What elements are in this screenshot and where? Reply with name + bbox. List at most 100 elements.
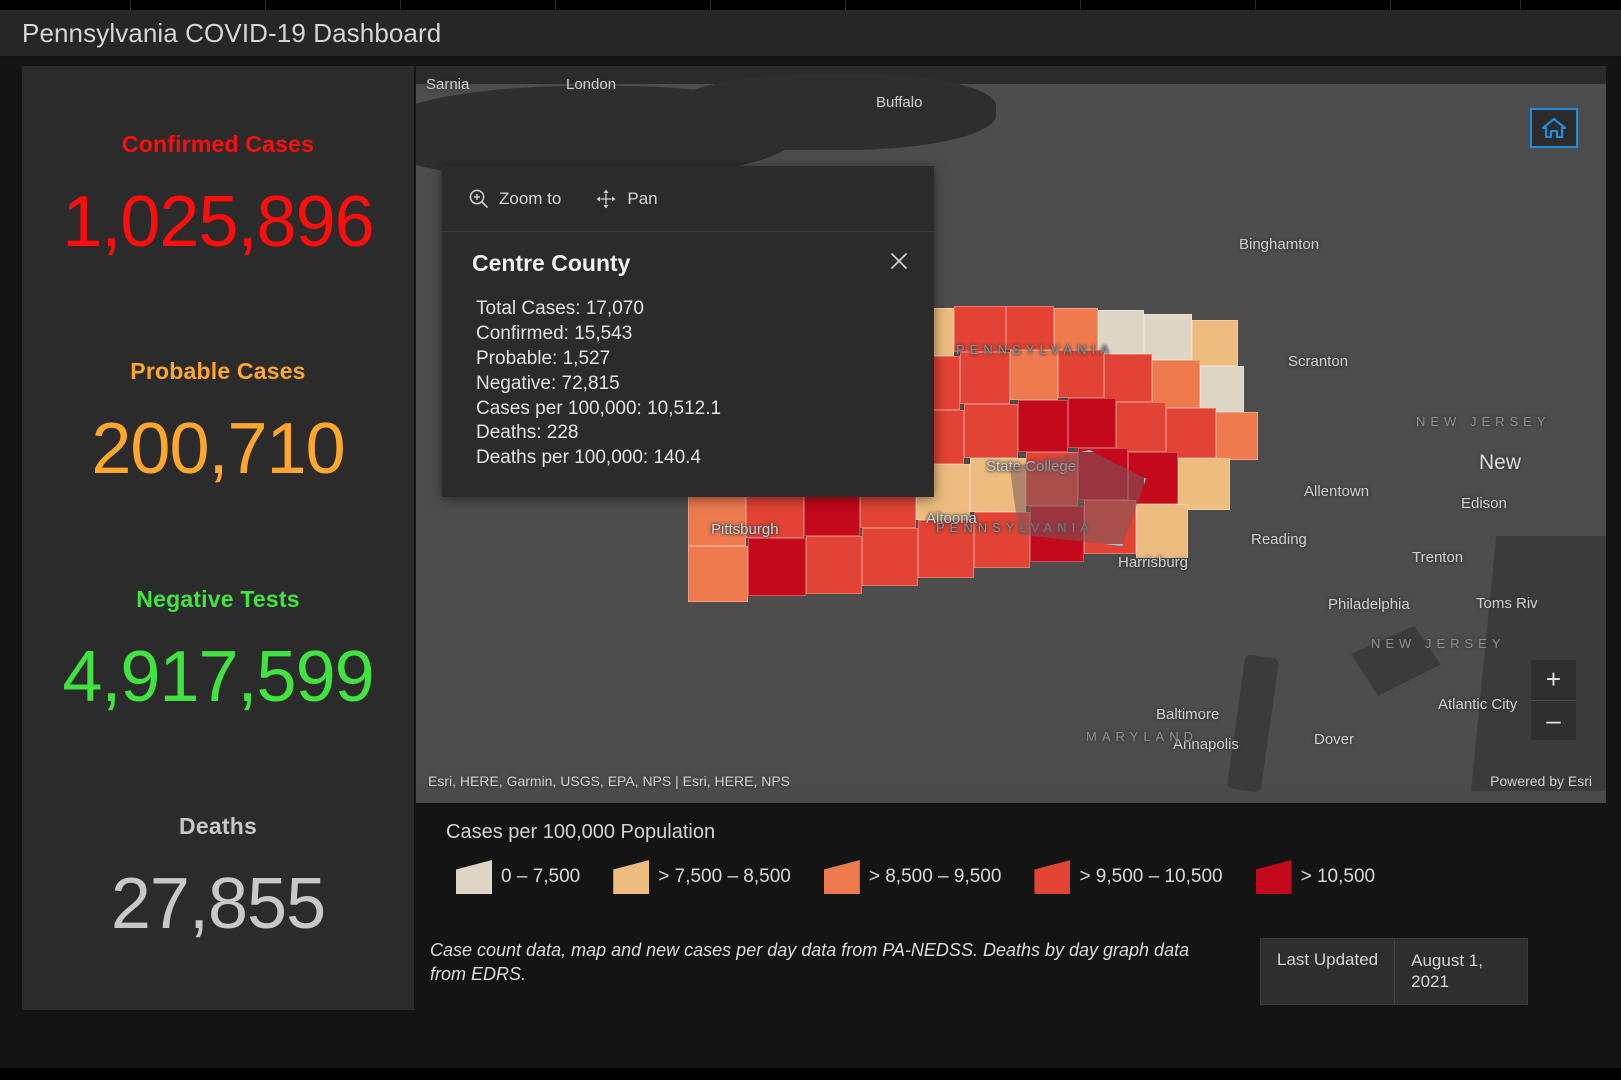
stat-card: Probable Cases 200,710 bbox=[22, 358, 414, 490]
map-place-label: Scranton bbox=[1288, 353, 1349, 370]
county-polygon[interactable] bbox=[688, 546, 748, 602]
lake-ontario bbox=[666, 74, 996, 150]
last-updated-label: Last Updated bbox=[1261, 939, 1396, 1004]
legend-label: > 7,500 – 8,500 bbox=[658, 866, 791, 887]
legend-label: > 9,500 – 10,500 bbox=[1079, 866, 1223, 887]
pan-icon bbox=[596, 189, 616, 208]
zoom-controls[interactable]: + – bbox=[1531, 660, 1576, 740]
legend-items: 0 – 7,500 > 7,500 – 8,500 > 8,500 – 9,500 >… bbox=[442, 852, 1606, 902]
home-icon bbox=[1541, 117, 1567, 139]
legend-item: > 7,500 – 8,500 bbox=[599, 852, 805, 902]
map-place-label: PENNSYLVANIA bbox=[956, 342, 1114, 357]
stat-card: Confirmed Cases 1,025,896 bbox=[22, 130, 414, 262]
zoom-out-button[interactable]: – bbox=[1531, 701, 1576, 741]
map-place-label: Binghamton bbox=[1239, 236, 1320, 253]
legend-item: 0 – 7,500 bbox=[442, 852, 594, 902]
last-updated-value: August 1, 2021 bbox=[1395, 939, 1528, 1004]
page-title: Pennsylvania COVID-19 Dashboard bbox=[22, 17, 442, 48]
popup-field: Deaths per 100,000: 140.4 bbox=[476, 447, 702, 469]
stat-label: Negative Tests bbox=[136, 585, 300, 612]
map-place-label: Sarnia bbox=[426, 76, 470, 93]
popup-field: Confirmed: 15,543 bbox=[476, 322, 633, 344]
map-place-label: New bbox=[1479, 451, 1522, 474]
county-polygon[interactable] bbox=[1178, 458, 1230, 510]
stat-value: 27,855 bbox=[110, 864, 326, 945]
pan-button[interactable]: Pan bbox=[595, 188, 658, 210]
map-place-label: Toms Riv bbox=[1476, 595, 1538, 612]
county-polygon[interactable] bbox=[1136, 504, 1188, 558]
stat-card: Deaths 27,855 bbox=[22, 813, 414, 945]
map-attribution: Esri, HERE, Garmin, USGS, EPA, NPS | Esr… bbox=[428, 773, 791, 789]
county-polygon[interactable] bbox=[1152, 360, 1200, 408]
popup-field: Deaths: 228 bbox=[476, 422, 579, 444]
zoom-to-button[interactable]: Zoom to bbox=[468, 188, 561, 209]
popup-field-list: Total Cases: 17,070 Confirmed: 15,543 Prob… bbox=[472, 297, 910, 471]
legend-swatch bbox=[823, 860, 860, 894]
legend-item: > 9,500 – 10,500 bbox=[1020, 852, 1236, 902]
county-polygon[interactable] bbox=[1166, 408, 1216, 458]
popup-title: Centre County bbox=[472, 250, 631, 276]
map-place-label: Allentown bbox=[1304, 483, 1370, 500]
county-polygon[interactable] bbox=[1018, 400, 1068, 452]
map-place-label: Harrisburg bbox=[1118, 554, 1189, 571]
county-polygon[interactable] bbox=[1010, 350, 1058, 400]
county-polygon[interactable] bbox=[1068, 398, 1116, 448]
legend-item: > 8,500 – 9,500 bbox=[810, 852, 1016, 902]
legend-swatch bbox=[1034, 860, 1071, 894]
stat-card: Negative Tests 4,917,599 bbox=[22, 585, 414, 717]
stat-value: 1,025,896 bbox=[62, 181, 374, 262]
popup-field: Cases per 100,000: 10,512.1 bbox=[476, 397, 722, 419]
map-place-label: Reading bbox=[1251, 531, 1307, 548]
last-updated-box: Last Updated August 1, 2021 bbox=[1260, 938, 1529, 1005]
county-polygon[interactable] bbox=[964, 404, 1018, 458]
legend-label: > 8,500 – 9,500 bbox=[868, 866, 1002, 887]
legend-title: Cases per 100,000 Population bbox=[446, 821, 716, 843]
county-polygon[interactable] bbox=[1200, 366, 1244, 412]
map-place-label: MARYLAND bbox=[1086, 729, 1199, 744]
stat-label: Probable Cases bbox=[130, 358, 306, 385]
stat-label: Confirmed Cases bbox=[121, 130, 315, 157]
map-place-label: Baltimore bbox=[1156, 706, 1220, 723]
legend-label: 0 – 7,500 bbox=[501, 866, 581, 887]
map-place-label: Dover bbox=[1314, 731, 1355, 748]
county-polygon[interactable] bbox=[1116, 402, 1166, 452]
county-polygon[interactable] bbox=[806, 536, 862, 594]
county-polygon[interactable] bbox=[1104, 354, 1152, 402]
popup-field: Probable: 1,527 bbox=[476, 347, 611, 369]
zoom-to-label: Zoom to bbox=[499, 188, 562, 208]
county-polygon[interactable] bbox=[960, 352, 1010, 404]
stat-label: Deaths bbox=[179, 813, 257, 840]
home-button[interactable] bbox=[1530, 108, 1578, 148]
popup-field: Total Cases: 17,070 bbox=[476, 298, 644, 319]
popup-field: Negative: 72,815 bbox=[476, 372, 620, 394]
powered-by-esri: Powered by Esri bbox=[1490, 773, 1592, 789]
popup-body: Centre County Total Cases: 17,070 Confirm… bbox=[442, 232, 934, 497]
stat-value: 200,710 bbox=[91, 409, 345, 490]
feature-popup[interactable]: Zoom to Pan Centre County Total Cases: 1… bbox=[442, 166, 934, 498]
summary-stats-panel: Confirmed Cases 1,025,896 Probable Cases 20… bbox=[22, 66, 414, 1010]
map-place-label: Philadelphia bbox=[1328, 596, 1410, 613]
legend-item: > 10,500 bbox=[1242, 852, 1390, 902]
pan-label: Pan bbox=[627, 188, 658, 208]
map-place-label: Pittsburgh bbox=[711, 521, 779, 538]
stat-value: 4,917,599 bbox=[62, 636, 374, 717]
county-polygon[interactable] bbox=[1216, 412, 1258, 460]
os-bottom-strip bbox=[0, 1068, 1621, 1080]
zoom-in-button[interactable]: + bbox=[1531, 660, 1576, 701]
county-polygon[interactable] bbox=[1058, 350, 1104, 398]
county-polygon[interactable] bbox=[862, 528, 918, 586]
dashboard-app: Pennsylvania COVID-19 Dashboard Confirme… bbox=[0, 0, 1621, 1080]
map-place-label: Atlantic City bbox=[1438, 696, 1518, 713]
map-place-label: Edison bbox=[1461, 495, 1507, 512]
close-icon[interactable] bbox=[886, 248, 912, 274]
map-place-label: NEW JERSEY bbox=[1416, 414, 1551, 429]
zoom-to-icon bbox=[469, 189, 488, 208]
map-place-label: Trenton bbox=[1412, 549, 1464, 566]
data-source-note: Case count data, map and new cases per d… bbox=[430, 940, 1190, 985]
map-legend: Cases per 100,000 Population 0 – 7,500 > … bbox=[416, 815, 1606, 905]
popup-action-bar: Zoom to Pan bbox=[442, 166, 934, 232]
county-polygon[interactable] bbox=[748, 538, 806, 596]
os-top-strip bbox=[0, 0, 1621, 10]
map-place-label: Buffalo bbox=[876, 94, 923, 111]
legend-label: > 10,500 bbox=[1300, 866, 1376, 887]
